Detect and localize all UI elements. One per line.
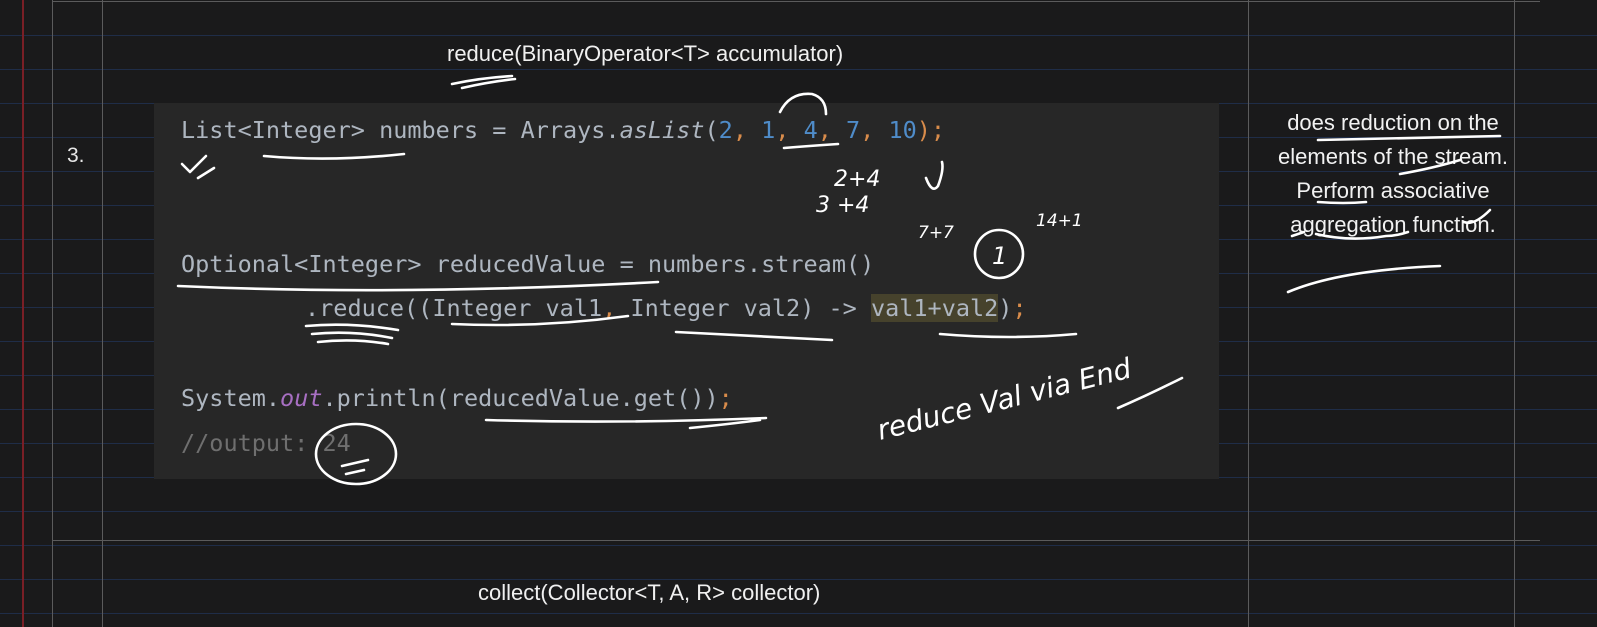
table-border-right [1514,0,1515,627]
highlighted-expression: val1+val2 [870,294,999,322]
row-number: 3. [67,144,85,167]
margin-line [22,0,24,627]
method-signature: reduce(BinaryOperator<T> accumulator) [447,41,844,66]
code-panel [154,103,1219,479]
table-border-number-col [102,0,103,627]
code-line-2: Optional<Integer> reducedValue = numbers… [181,250,875,278]
table-border-left [52,0,53,627]
method-description: does reduction on the elements of the st… [1278,110,1508,237]
code-line-3: .reduce((Integer val1, Integer val2) -> … [305,294,1027,322]
code-line-1: List<Integer> numbers = Arrays.asList(2,… [181,116,946,144]
code-line-4: System.out.println(reducedValue.get()); [181,384,733,412]
table-border-top [52,1,1540,2]
table-row-divider [52,540,1540,541]
next-method-signature: collect(Collector<T, A, R> collector) [478,580,821,605]
table-border-desc-col [1248,0,1249,627]
code-line-5-comment: //output: 24 [181,429,351,457]
